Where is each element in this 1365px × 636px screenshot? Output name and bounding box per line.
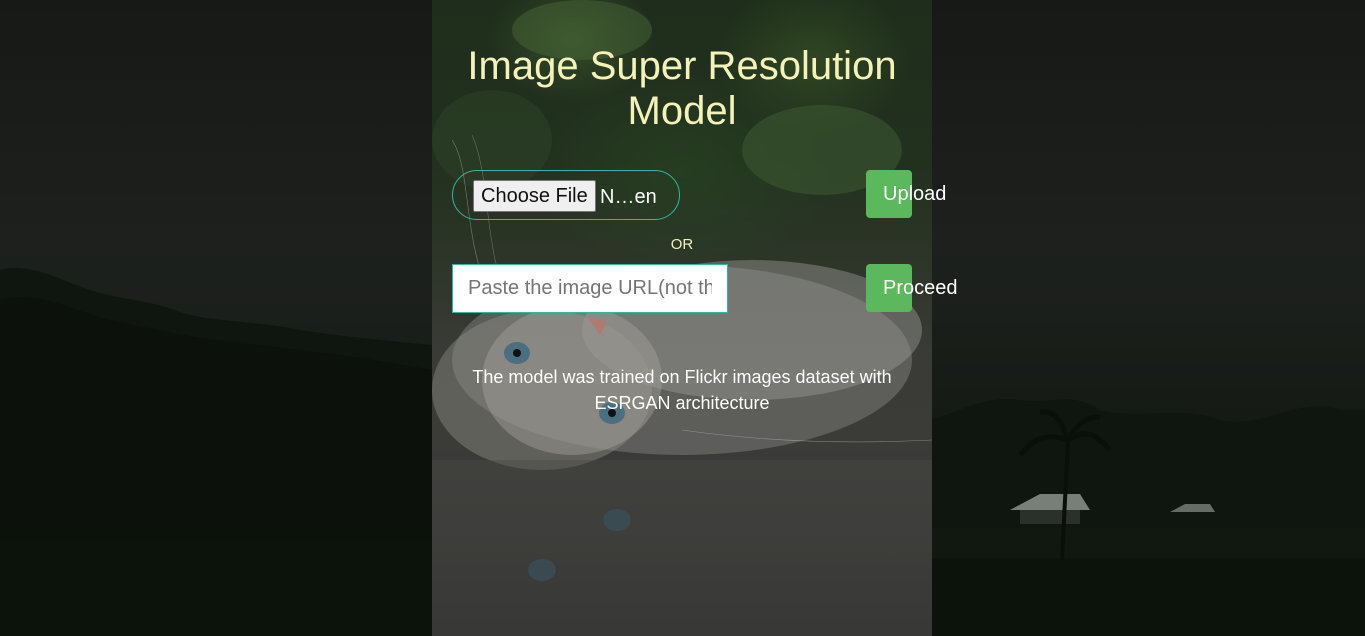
page-title: Image Super Resolution Model [467,44,897,133]
main-panel: Image Super Resolution Model Choose File… [432,0,958,636]
or-separator: OR [670,236,694,253]
choose-file-button[interactable]: Choose File [473,180,596,212]
selected-file-name: N…en [600,186,657,208]
model-description: The model was trained on Flickr images d… [472,367,892,413]
upload-button[interactable]: Upload [866,170,946,218]
proceed-button[interactable]: Proceed [866,264,958,312]
image-url-input[interactable] [452,264,728,313]
file-input-container[interactable]: Choose File N…en [452,170,680,220]
